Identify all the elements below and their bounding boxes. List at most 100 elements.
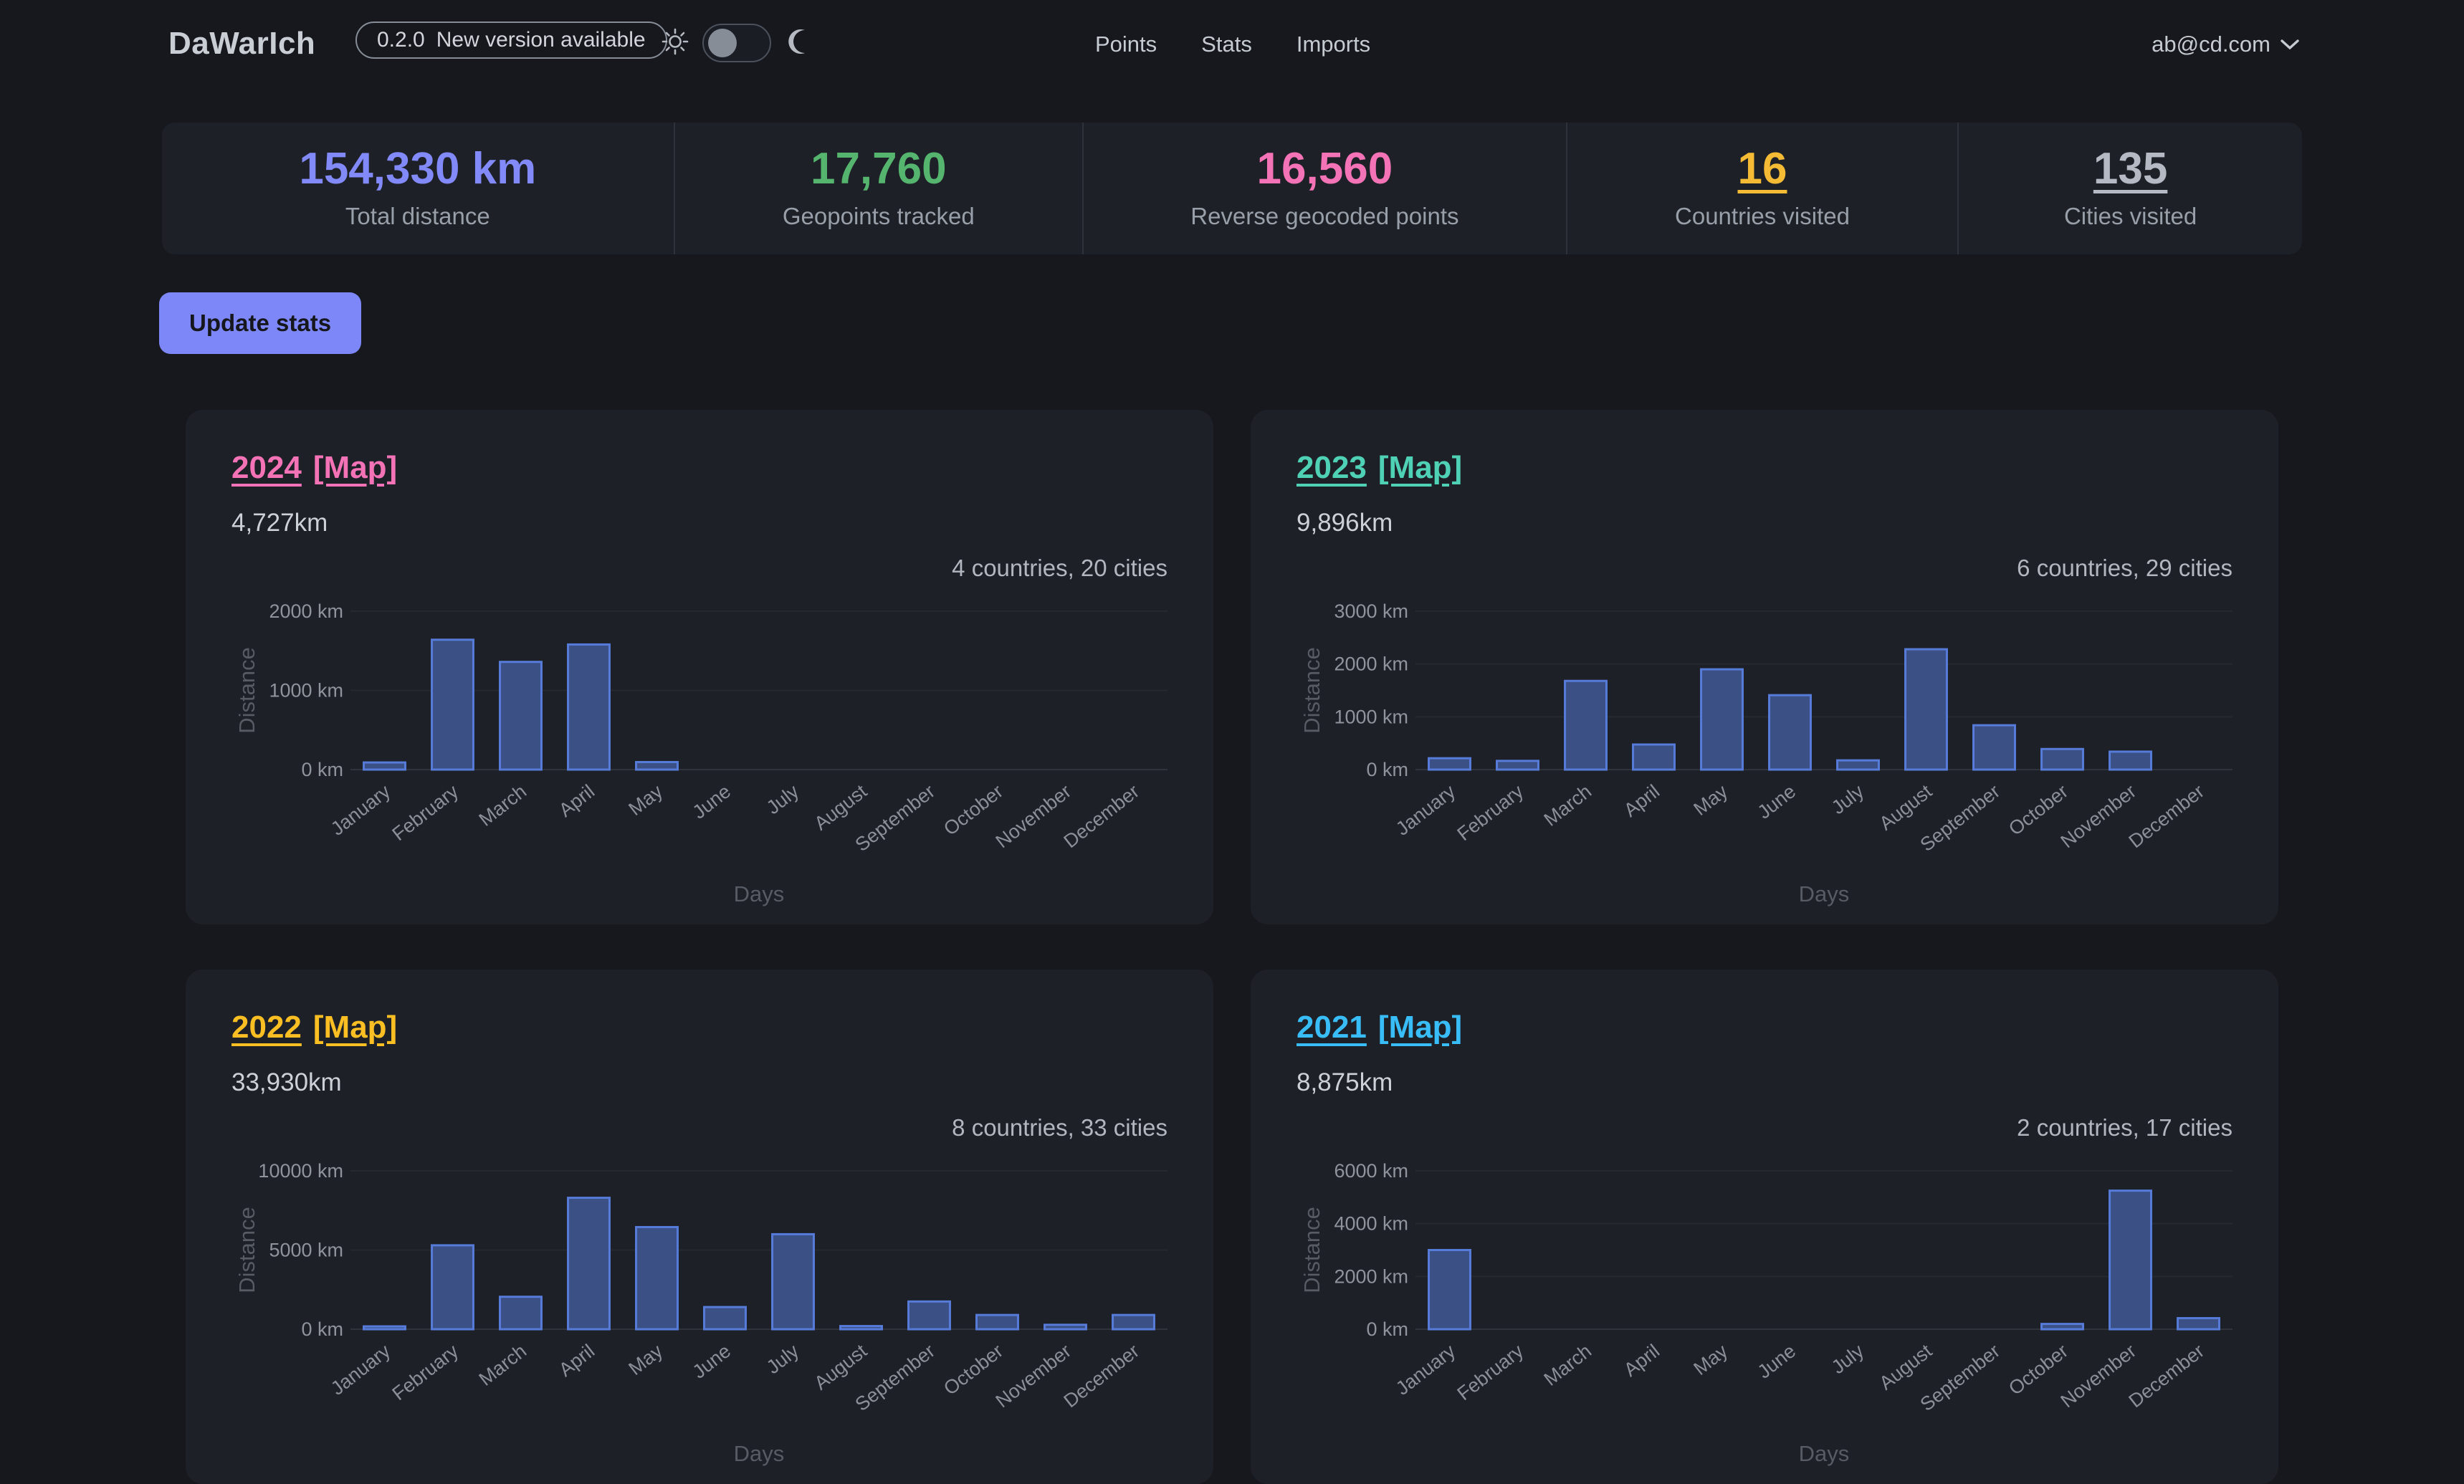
svg-text:6000 km: 6000 km (1334, 1160, 1408, 1182)
svg-text:January: January (1392, 1340, 1460, 1399)
svg-text:10000 km: 10000 km (258, 1160, 343, 1182)
stat-cities-visited: 135 Cities visited (1957, 123, 2302, 254)
stat-geopoints: 17,760 Geopoints tracked (674, 123, 1082, 254)
main-nav: Points Stats Imports (1095, 32, 1370, 57)
svg-text:July: July (1828, 780, 1868, 819)
svg-text:July: July (1828, 1340, 1868, 1379)
svg-text:May: May (625, 780, 667, 820)
svg-text:0 km: 0 km (301, 1318, 343, 1340)
map-link-2023[interactable]: [Map] (1378, 450, 1462, 486)
stat-label: Cities visited (2064, 203, 2197, 230)
svg-text:May: May (625, 1340, 667, 1379)
svg-text:December: December (2125, 780, 2209, 852)
year-link-2024[interactable]: 2024 (231, 450, 302, 486)
update-stats-button[interactable]: Update stats (159, 292, 361, 354)
svg-text:Distance: Distance (236, 1207, 259, 1293)
sun-icon (661, 27, 689, 59)
svg-text:November: November (2057, 1340, 2141, 1412)
svg-text:February: February (1453, 780, 1528, 845)
user-email: ab@cd.com (2152, 32, 2270, 57)
stat-label: Reverse geocoded points (1190, 203, 1458, 230)
nav-item-stats[interactable]: Stats (1201, 32, 1252, 57)
stat-value: 17,760 (811, 147, 947, 191)
app-logo: DaWarIch (168, 26, 315, 62)
stats-summary-bar: 154,330 km Total distance 17,760 Geopoin… (162, 123, 2302, 254)
year-link-2023[interactable]: 2023 (1297, 450, 1367, 486)
stat-cities-link[interactable]: 135 (2093, 147, 2167, 191)
year-link-2022[interactable]: 2022 (231, 1010, 302, 1045)
year-card-2021: 2021 [Map] 8,875km 2 countries, 17 citie… (1251, 970, 2278, 1484)
svg-text:2000 km: 2000 km (269, 600, 343, 622)
card-title-row: 2021 [Map] (1297, 1010, 1462, 1045)
svg-text:Distance: Distance (1301, 647, 1324, 734)
svg-text:1000 km: 1000 km (269, 680, 343, 702)
svg-text:March: March (475, 780, 531, 830)
svg-text:December: December (1060, 1340, 1144, 1412)
svg-text:June: June (689, 1340, 735, 1383)
svg-text:April: April (1620, 1340, 1663, 1381)
svg-text:August: August (810, 780, 871, 835)
map-link-2022[interactable]: [Map] (313, 1010, 397, 1045)
svg-text:December: December (1060, 780, 1144, 852)
year-total-distance: 8,875km (1297, 1068, 1393, 1097)
svg-text:2000 km: 2000 km (1334, 1265, 1408, 1287)
svg-text:March: March (1540, 1340, 1596, 1390)
svg-text:June: June (1754, 780, 1800, 823)
svg-text:June: June (1754, 1340, 1800, 1383)
card-title-row: 2024 [Map] (231, 450, 397, 486)
svg-text:3000 km: 3000 km (1334, 600, 1408, 622)
svg-text:May: May (1690, 1340, 1732, 1379)
year-link-2021[interactable]: 2021 (1297, 1010, 1367, 1045)
svg-text:July: July (763, 1340, 803, 1379)
stat-value: 154,330 km (299, 147, 536, 191)
svg-text:2000 km: 2000 km (1334, 654, 1408, 675)
year-summary: 8 countries, 33 cities (952, 1114, 1167, 1141)
version-badge[interactable]: 0.2.0 New version available (355, 21, 667, 59)
svg-text:April: April (1620, 780, 1663, 821)
year-summary: 6 countries, 29 cities (2017, 555, 2233, 582)
svg-text:1000 km: 1000 km (1334, 706, 1408, 727)
svg-text:August: August (1875, 780, 1936, 835)
year-card-2022: 2022 [Map] 33,930km 8 countries, 33 citi… (186, 970, 1213, 1484)
chevron-down-icon (2281, 39, 2299, 50)
year-total-distance: 9,896km (1297, 509, 1393, 537)
svg-text:April: April (555, 1340, 598, 1381)
svg-text:June: June (689, 780, 735, 823)
map-link-2024[interactable]: [Map] (313, 450, 397, 486)
stat-countries-link[interactable]: 16 (1738, 147, 1787, 191)
year-card-2023: 2023 [Map] 9,896km 6 countries, 29 citie… (1251, 410, 2278, 924)
svg-text:0 km: 0 km (1366, 759, 1408, 780)
svg-text:November: November (992, 1340, 1076, 1412)
svg-text:0 km: 0 km (301, 759, 343, 780)
moon-icon (785, 27, 814, 59)
map-link-2021[interactable]: [Map] (1378, 1010, 1462, 1045)
year-total-distance: 33,930km (231, 1068, 342, 1097)
distance-bar-chart-2021: 0 km2000 km4000 km6000 kmJanuaryFebruary… (1301, 1149, 2254, 1471)
stat-countries-visited: 16 Countries visited (1566, 123, 1957, 254)
svg-text:April: April (555, 780, 598, 821)
nav-item-imports[interactable]: Imports (1297, 32, 1370, 57)
year-summary: 4 countries, 20 cities (952, 555, 1167, 582)
year-total-distance: 4,727km (231, 509, 328, 537)
stat-total-distance: 154,330 km Total distance (162, 123, 674, 254)
distance-bar-chart-2023: 0 km 1000 km 2000 km 3000 km JanuaryFebruary… (1301, 589, 2254, 911)
svg-text:January: January (1392, 780, 1460, 840)
nav-item-points[interactable]: Points (1095, 32, 1157, 57)
svg-text:5000 km: 5000 km (269, 1240, 343, 1261)
svg-text:Days: Days (734, 1441, 785, 1466)
toggle-knob (708, 29, 737, 57)
svg-text:May: May (1690, 780, 1732, 820)
svg-text:Distance: Distance (236, 647, 259, 734)
svg-text:March: March (1540, 780, 1596, 830)
distance-bar-chart-2022: 0 km5000 km10000 kmJanuaryFebruaryMarchA… (236, 1149, 1189, 1471)
user-menu[interactable]: ab@cd.com (2152, 32, 2299, 57)
stat-reverse-geocoded: 16,560 Reverse geocoded points (1082, 123, 1566, 254)
theme-toggle[interactable] (702, 24, 771, 62)
stat-label: Total distance (345, 203, 490, 230)
stat-value: 16,560 (1257, 147, 1393, 191)
svg-text:Days: Days (1799, 881, 1850, 906)
svg-text:March: March (475, 1340, 531, 1390)
year-summary: 2 countries, 17 cities (2017, 1114, 2233, 1141)
svg-text:July: July (763, 780, 803, 819)
year-card-2024: 2024 [Map] 4,727km 4 countries, 20 citie… (186, 410, 1213, 924)
